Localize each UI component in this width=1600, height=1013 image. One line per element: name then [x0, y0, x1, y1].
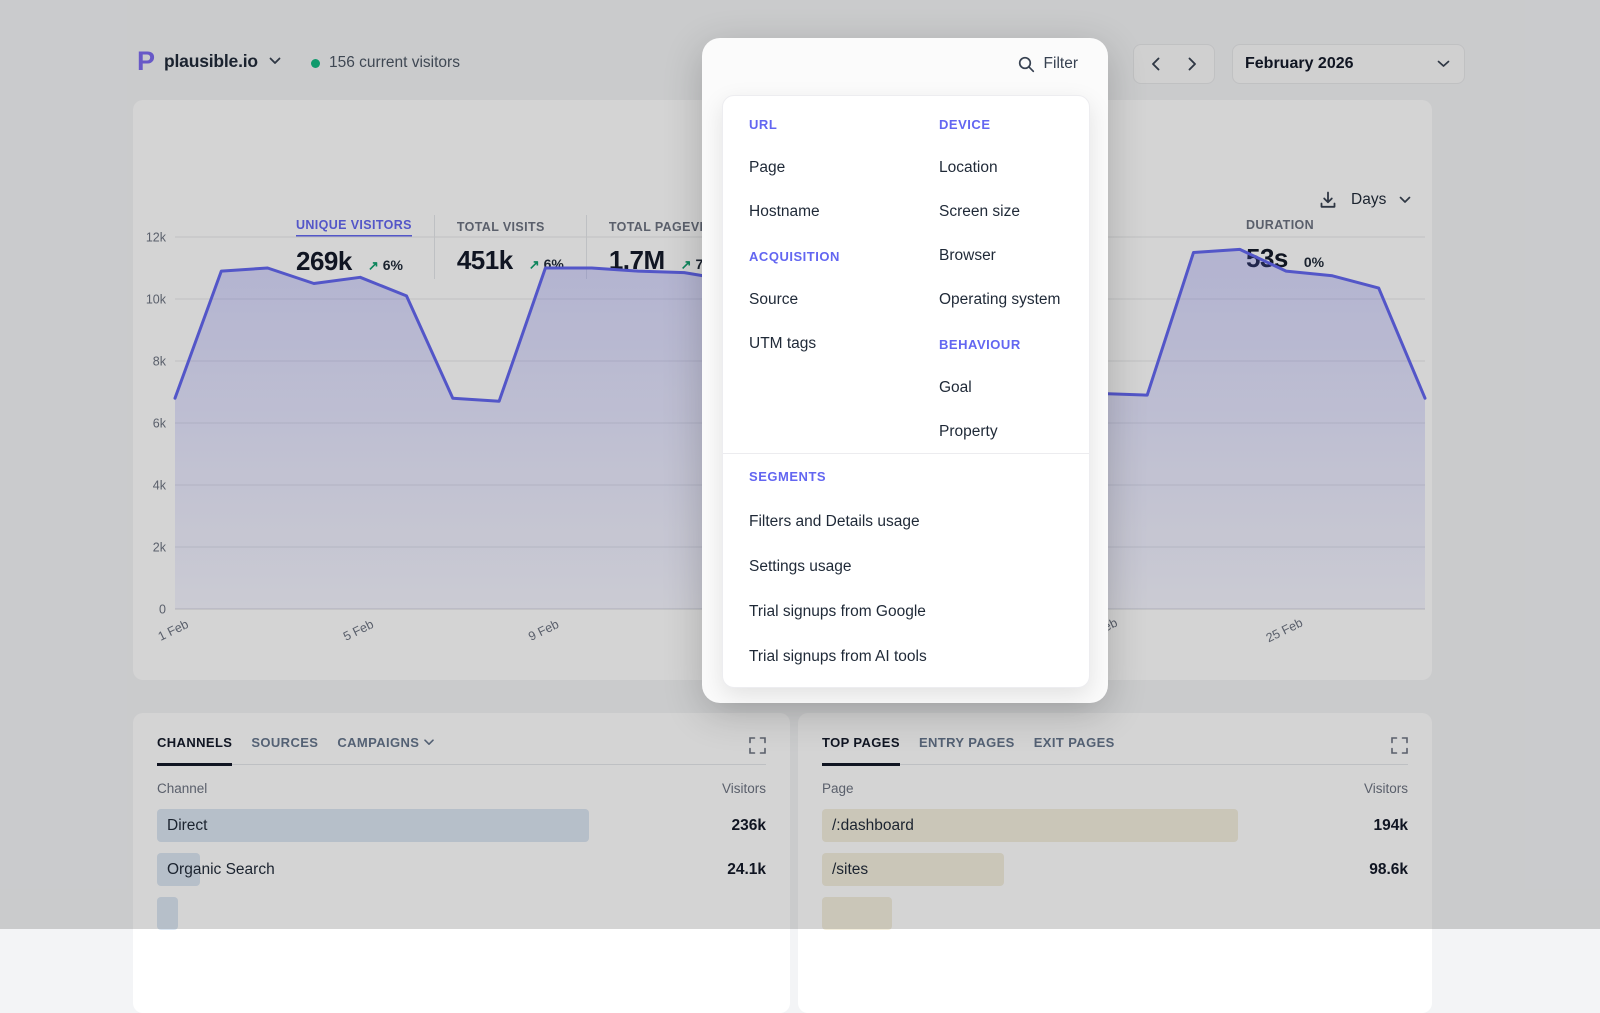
filter-item-goal[interactable]: Goal — [939, 366, 1089, 410]
filter-item-operating-system[interactable]: Operating system — [939, 278, 1089, 322]
segment-item-filters-and-details-usage[interactable]: Filters and Details usage — [749, 499, 1069, 544]
filter-item-screen-size[interactable]: Screen size — [939, 190, 1089, 234]
filter-menu-column-right: DEVICELocationScreen sizeBrowserOperatin… — [939, 102, 1089, 454]
filter-group-device: DEVICE — [939, 102, 1089, 146]
segment-item-trial-signups-from-ai-tools[interactable]: Trial signups from AI tools — [749, 634, 1069, 679]
filter-item-page[interactable]: Page — [749, 146, 919, 190]
segments-heading: SEGMENTS — [749, 454, 1069, 499]
filter-group-acquisition: ACQUISITION — [749, 234, 919, 278]
filter-group-behaviour: BEHAVIOUR — [939, 322, 1089, 366]
filter-item-browser[interactable]: Browser — [939, 234, 1089, 278]
filter-item-utm-tags[interactable]: UTM tags — [749, 322, 919, 366]
filter-button[interactable]: Filter — [1018, 55, 1078, 73]
filter-menu: URLPageHostnameACQUISITIONSourceUTM tags… — [722, 95, 1090, 688]
segments-section: SEGMENTSFilters and Details usageSetting… — [749, 454, 1069, 679]
plausible-dashboard: { "header": { "site_name": "plausible.io… — [0, 0, 1600, 929]
filter-menu-column-left: URLPageHostnameACQUISITIONSourceUTM tags — [749, 102, 919, 366]
filter-button-label: Filter — [1044, 55, 1078, 73]
filter-item-location[interactable]: Location — [939, 146, 1089, 190]
filter-item-hostname[interactable]: Hostname — [749, 190, 919, 234]
segment-item-trial-signups-from-google[interactable]: Trial signups from Google — [749, 589, 1069, 634]
segment-item-settings-usage[interactable]: Settings usage — [749, 544, 1069, 589]
filter-item-property[interactable]: Property — [939, 410, 1089, 454]
filter-popover: Filter URLPageHostnameACQUISITIONSourceU… — [702, 38, 1108, 703]
filter-item-source[interactable]: Source — [749, 278, 919, 322]
filter-group-url: URL — [749, 102, 919, 146]
search-icon — [1018, 56, 1035, 73]
